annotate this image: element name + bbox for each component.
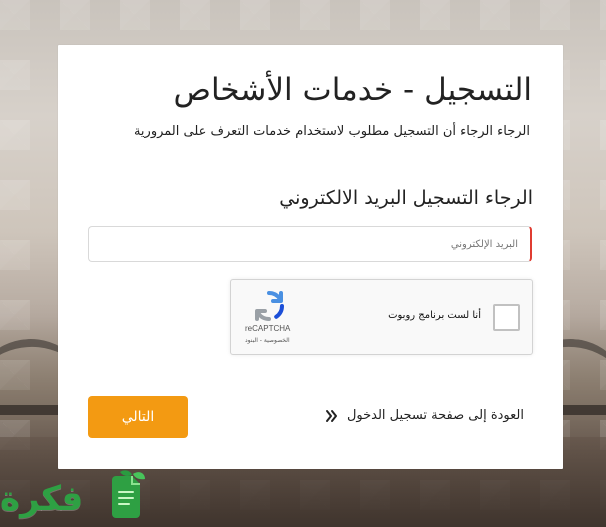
double-chevron-right-icon bbox=[325, 409, 337, 422]
page-title: التسجيل - خدمات الأشخاص bbox=[173, 72, 532, 108]
recaptcha-links[interactable]: الخصوصية - البنود bbox=[245, 337, 290, 344]
document-leaf-icon bbox=[112, 470, 145, 518]
email-section-title: الرجاء التسجيل البريد الالكتروني bbox=[279, 187, 533, 209]
recaptcha-icon bbox=[255, 291, 284, 321]
recaptcha-brand: reCAPTCHA bbox=[245, 324, 291, 333]
site-watermark: فكرة bbox=[0, 466, 155, 527]
robot-checkbox-label: أنا لست برنامج روبوت bbox=[388, 310, 481, 321]
recaptcha-logo: reCAPTCHA الخصوصية - البنود bbox=[245, 289, 305, 347]
watermark-text: فكرة bbox=[0, 479, 84, 519]
recaptcha-widget: أنا لست برنامج روبوت reCAPTCHA الخصوصية … bbox=[230, 279, 533, 355]
robot-checkbox[interactable] bbox=[493, 304, 520, 331]
page-subtitle: الرجاء الرجاء أن التسجيل مطلوب لاستخدام … bbox=[133, 124, 530, 139]
back-to-login-label: العودة إلى صفحة تسجيل الدخول bbox=[346, 408, 524, 423]
email-field[interactable] bbox=[88, 226, 532, 262]
back-to-login-link[interactable]: العودة إلى صفحة تسجيل الدخول bbox=[325, 408, 524, 423]
next-button[interactable]: التالي bbox=[88, 396, 188, 438]
registration-card: التسجيل - خدمات الأشخاص الرجاء الرجاء أن… bbox=[58, 45, 563, 469]
